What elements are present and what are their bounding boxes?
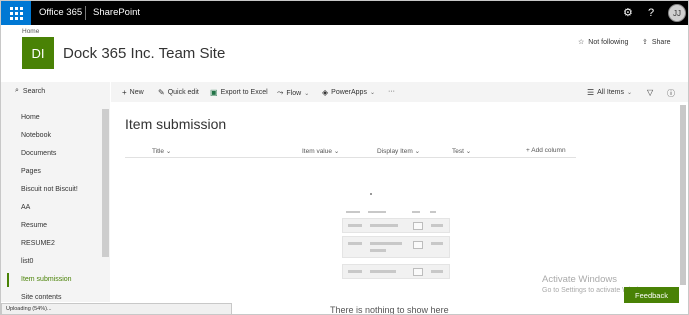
column-header-test[interactable]: Test ⌄ [452,147,471,155]
add-column-button[interactable]: + Add column [526,147,566,154]
share-button[interactable]: ⇪ Share [642,38,671,47]
column-header-title[interactable]: Title ⌄ [152,147,171,155]
nav-item-aa[interactable]: AA [21,204,30,211]
site-title[interactable]: Dock 365 Inc. Team Site [63,45,225,62]
breadcrumb[interactable]: Home [22,28,39,35]
export-label: Export to Excel [220,89,268,96]
question-icon[interactable]: ? [648,5,654,21]
empty-list-illustration [342,193,450,279]
nav-scrollbar[interactable] [102,109,109,257]
info-button[interactable]: ⓘ [667,88,675,99]
quick-edit-button[interactable]: ✎ Quick edit [158,88,199,97]
flow-label: Flow [286,89,302,97]
flow-button[interactable]: ⤳ Flow ⌄ [277,88,309,98]
avatar[interactable]: JJ [668,4,686,22]
pencil-icon: ✎ [158,88,165,97]
nav-item-list0[interactable]: list0 [21,258,33,265]
column-label: Test [452,148,464,155]
chevron-down-icon: ⌄ [333,148,340,155]
column-label: Title [152,148,165,155]
follow-label: Not following [588,38,629,46]
column-label: Item value [302,148,332,155]
nav-item-site-contents[interactable]: Site contents [21,294,61,301]
suite-divider [85,6,86,20]
nav-item-item-submission[interactable]: Item submission [21,276,72,283]
more-button[interactable]: ··· [388,88,395,95]
powerapps-button[interactable]: ◈ PowerApps ⌄ [322,88,375,97]
list-title: Item submission [125,116,227,132]
column-header-item-value[interactable]: Item value ⌄ [302,147,339,155]
plus-icon: + [122,88,127,97]
new-button[interactable]: + New [122,88,144,97]
share-icon: ⇪ [642,39,648,46]
nav-item-biscuit[interactable]: Biscuit not Biscuit! [21,186,78,193]
excel-icon: ▣ [210,88,218,97]
column-header-display-item[interactable]: Display Item ⌄ [377,147,420,155]
search-label: Search [22,87,46,95]
nav-item-resume2[interactable]: RESUME2 [21,240,55,247]
new-label: New [129,89,144,96]
powerapps-icon: ◈ [322,88,329,97]
suite-bar: Office 365 SharePoint ⚙ ? JJ [1,1,688,25]
nav-item-documents[interactable]: Documents [21,150,56,157]
export-excel-button[interactable]: ▣ Export to Excel [210,88,268,97]
chevron-down-icon: ⌄ [165,148,172,155]
nav-item-pages[interactable]: Pages [21,168,41,175]
filter-icon: ▽ [647,88,654,97]
header-divider [125,157,576,158]
info-icon: ⓘ [667,89,675,98]
chevron-down-icon: ⌄ [627,90,633,96]
office365-link[interactable]: Office 365 [39,7,82,18]
quick-edit-label: Quick edit [167,89,199,96]
chevron-down-icon: ⌄ [414,148,421,155]
sharepoint-window: Office 365 SharePoint ⚙ ? JJ Home DI Doc… [0,0,689,315]
chevron-down-icon: ⌄ [304,90,310,97]
powerapps-label: PowerApps [331,89,367,96]
activate-windows-watermark: Activate Windows [542,274,617,285]
list-view-icon: ☰ [587,88,595,97]
upload-status-bar: Uploading (54%)... [1,303,232,314]
gear-icon[interactable]: ⚙ [623,5,633,21]
view-selector[interactable]: ☰ All Items ⌄ [587,88,632,97]
app-launcher-button[interactable] [1,1,31,25]
column-label: Display Item [377,148,413,155]
sharepoint-link[interactable]: SharePoint [93,7,140,18]
empty-state-text: There is nothing to show here [330,305,449,315]
view-label: All Items [597,89,625,96]
main-scrollbar[interactable] [680,105,686,285]
site-logo[interactable]: DI [22,37,54,69]
search-icon: ⌕ [15,87,19,94]
search-box[interactable]: ⌕ Search [15,87,45,95]
nav-item-notebook[interactable]: Notebook [21,132,51,139]
flow-icon: ⤳ [277,88,284,97]
chevron-down-icon: ⌄ [369,90,375,96]
waffle-icon [9,6,23,20]
chevron-down-icon: ⌄ [465,148,472,155]
feedback-button[interactable]: Feedback [624,287,679,303]
follow-button[interactable]: ☆ Not following [578,38,629,47]
nav-item-home[interactable]: Home [21,114,40,121]
star-icon: ☆ [578,39,585,46]
more-icon: ··· [388,88,395,95]
filter-button[interactable]: ▽ [647,88,653,97]
share-label: Share [651,38,671,46]
nav-active-indicator [7,273,9,287]
nav-item-resume[interactable]: Resume [21,222,47,229]
